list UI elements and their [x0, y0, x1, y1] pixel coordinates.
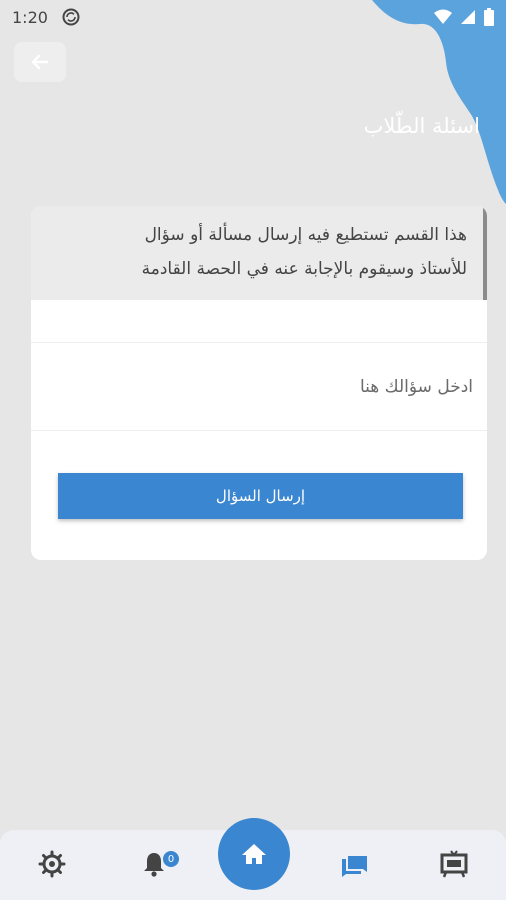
home-icon [242, 844, 266, 864]
nav-chat[interactable] [338, 848, 370, 880]
signal-icon [461, 10, 475, 24]
send-question-button[interactable]: إرسال السؤال [58, 473, 463, 519]
nav-home-button[interactable] [218, 818, 290, 890]
status-bar: 1:20 [0, 0, 506, 34]
question-input[interactable] [31, 343, 487, 431]
back-button[interactable] [14, 42, 66, 82]
nav-classroom[interactable] [438, 848, 470, 880]
info-notice: هذا القسم تستطيع فيه إرسال مسألة أو سؤال… [31, 206, 487, 300]
chat-icon [342, 856, 367, 877]
notice-line-1: هذا القسم تستطيع فيه إرسال مسألة أو سؤال [144, 225, 467, 245]
nav-settings[interactable] [36, 848, 68, 880]
wifi-icon [434, 9, 452, 24]
question-card: هذا القسم تستطيع فيه إرسال مسألة أو سؤال… [31, 206, 487, 560]
notice-line-2: للأستاذ وسيقوم بالإجابة عنه في الحصة الق… [141, 259, 467, 279]
input-bottom-divider [31, 430, 487, 431]
status-time: 1:20 [12, 7, 48, 27]
classroom-board-icon [440, 850, 468, 878]
battery-icon [484, 8, 494, 26]
notification-badge: 0 [163, 851, 179, 867]
page-title: اسئلة الطّلاب [363, 114, 480, 138]
settings-gear-icon [38, 850, 66, 878]
arrow-left-icon [31, 54, 49, 70]
sync-icon [62, 8, 80, 26]
